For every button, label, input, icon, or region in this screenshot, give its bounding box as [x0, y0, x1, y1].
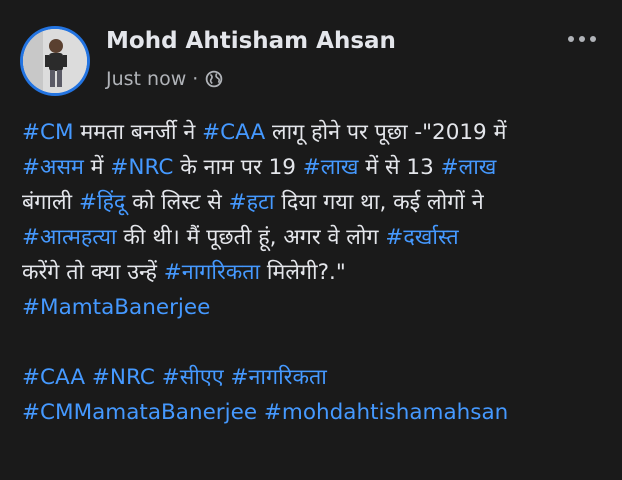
post-text: बंगाली	[22, 190, 79, 215]
post-line: #MamtaBanerjee	[22, 290, 612, 325]
hashtag-link[interactable]: #CM	[22, 120, 74, 145]
post-timestamp[interactable]: Just now	[106, 68, 186, 90]
hashtag-link[interactable]: #नागरिकता	[230, 365, 326, 390]
post-line: #CMMamataBanerjee #mohdahtishamahsan	[22, 395, 612, 430]
hashtag-link[interactable]: #हटा	[229, 190, 275, 215]
post-text: लागू होने पर पूछा -"2019 में	[265, 120, 507, 145]
hashtag-link[interactable]: #CAA	[22, 365, 85, 390]
post-body: #CM ममता बनर्जी ने #CAA लागू होने पर पूछ…	[22, 115, 612, 430]
post-line: करेंगे तो क्या उन्हें #नागरिकता मिलेगी?.…	[22, 255, 612, 290]
author-name[interactable]: Mohd Ahtisham Ahsan	[106, 28, 396, 54]
meta-separator: ·	[192, 68, 199, 90]
hashtag-link[interactable]: #CMMamataBanerjee	[22, 400, 257, 425]
post-text: में से 13	[358, 155, 441, 180]
post-text: की थी। मैं पूछती हूं, अगर वे लोग	[116, 225, 386, 250]
post-text: मिलेगी?."	[260, 260, 346, 285]
post-text: ममता बनर्जी ने	[73, 120, 203, 145]
avatar-photo	[23, 29, 87, 93]
post-text: करेंगे तो क्या उन्हें	[22, 260, 164, 285]
hashtag-link[interactable]: #असम	[22, 155, 84, 180]
post-text: दिया गया था, कई लोगों ने	[274, 190, 484, 215]
hashtag-link[interactable]: #mohdahtishamahsan	[264, 400, 508, 425]
post-line: #असम में #NRC के नाम पर 19 #लाख में से 1…	[22, 150, 612, 185]
globe-icon[interactable]	[205, 70, 223, 88]
post-text: के नाम पर 19	[173, 155, 303, 180]
post-text: में	[83, 155, 111, 180]
post-line: बंगाली #हिंदू को लिस्ट से #हटा दिया गया …	[22, 185, 612, 220]
avatar[interactable]	[20, 26, 90, 96]
post-meta: Just now ·	[106, 68, 223, 90]
hashtag-link[interactable]: #NRC	[92, 365, 155, 390]
hashtag-link[interactable]: #हिंदू	[79, 190, 125, 215]
more-options-button[interactable]	[562, 24, 602, 54]
hashtag-link[interactable]: #सीएए	[162, 365, 224, 390]
more-options-icon	[568, 36, 596, 42]
post-text	[257, 400, 264, 425]
hashtag-link[interactable]: #NRC	[110, 155, 173, 180]
post-line: #आत्महत्या की थी। मैं पूछती हूं, अगर वे …	[22, 220, 612, 255]
post-text	[85, 365, 92, 390]
post-card: Mohd Ahtisham Ahsan Just now · #CM ममता …	[0, 0, 622, 480]
post-line: #CM ममता बनर्जी ने #CAA लागू होने पर पूछ…	[22, 115, 612, 150]
hashtag-link[interactable]: #CAA	[202, 120, 265, 145]
hashtag-link[interactable]: #आत्महत्या	[22, 225, 117, 250]
post-text	[155, 365, 162, 390]
post-text: को लिस्ट से	[125, 190, 229, 215]
hashtag-link[interactable]: #MamtaBanerjee	[22, 295, 210, 320]
hashtag-link[interactable]: #लाख	[303, 155, 359, 180]
hashtag-link[interactable]: #लाख	[441, 155, 497, 180]
person-silhouette-icon	[23, 29, 87, 93]
hashtag-link[interactable]: #नागरिकता	[164, 260, 260, 285]
post-line: #CAA #NRC #सीएए #नागरिकता	[22, 360, 612, 395]
hashtag-link[interactable]: #दर्खास्त	[385, 225, 458, 250]
